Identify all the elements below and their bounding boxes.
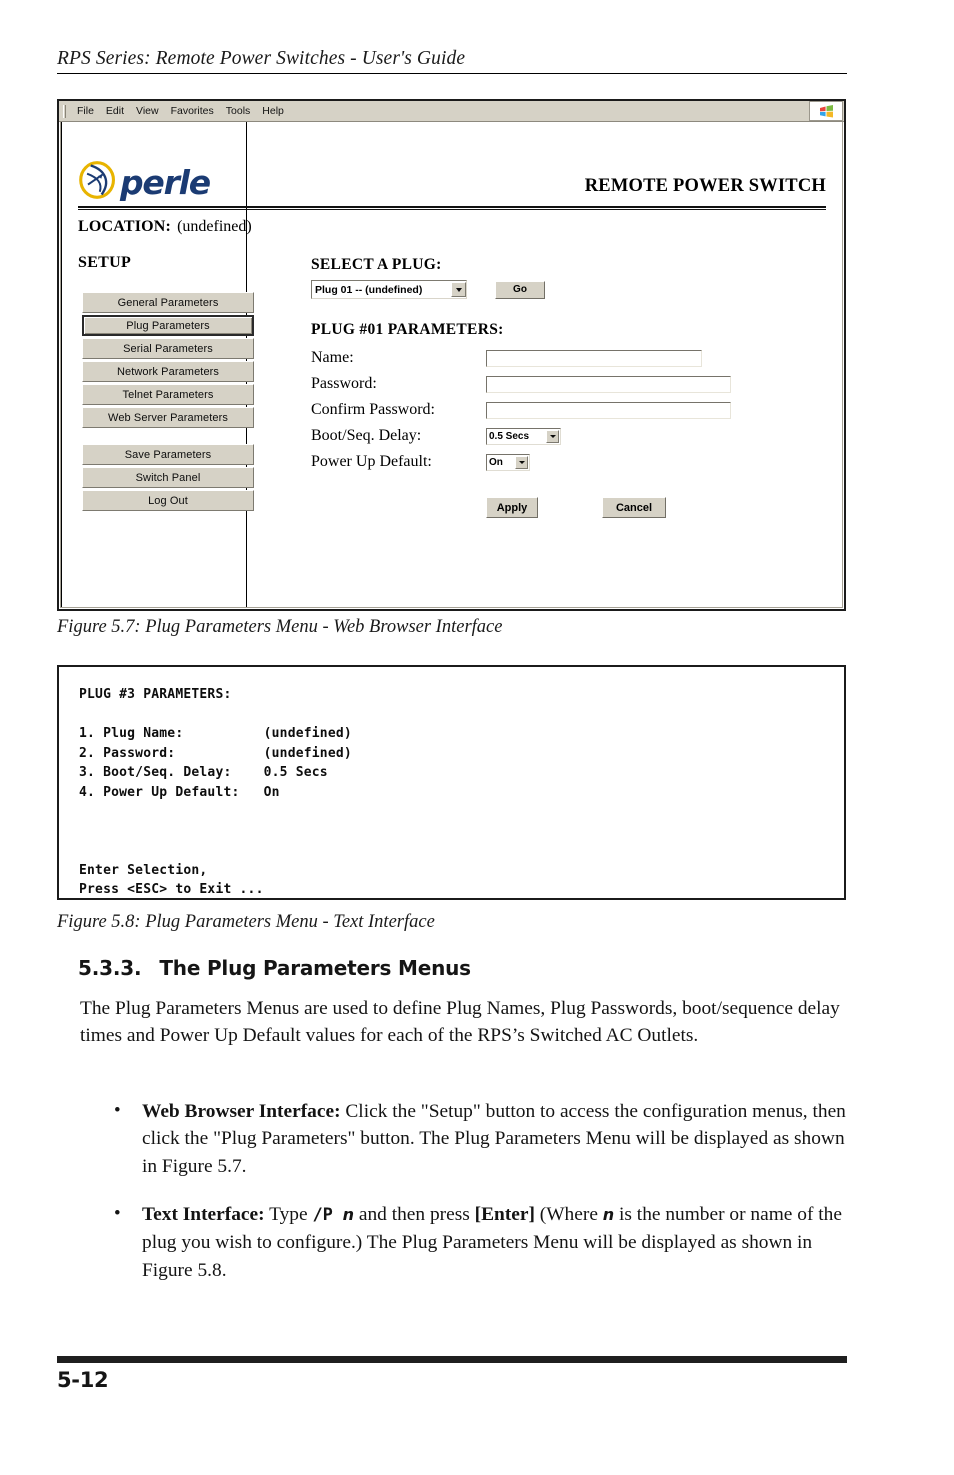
footer-rule: [57, 1356, 847, 1363]
menu-item-help[interactable]: Help: [256, 101, 290, 121]
running-header-text: RPS Series: Remote Power Switches - User…: [57, 48, 466, 69]
chevron-down-icon[interactable]: [515, 455, 528, 469]
boot-delay-value: 0.5 Secs: [489, 430, 530, 442]
bullet-2-command: /P: [312, 1205, 333, 1225]
power-up-default-value: On: [489, 456, 503, 468]
bullet-marker: •: [114, 1100, 121, 1121]
bullet-2-body-2: and then press: [354, 1204, 475, 1225]
running-header: RPS Series: Remote Power Switches - User…: [57, 48, 847, 74]
menu-item-favorites[interactable]: Favorites: [165, 101, 220, 121]
perle-logo: perle: [78, 160, 211, 202]
sidebar-item-web-server-parameters[interactable]: Web Server Parameters: [82, 407, 254, 428]
sidebar-item-plug-parameters[interactable]: Plug Parameters: [82, 315, 254, 336]
chevron-down-icon[interactable]: [546, 429, 559, 443]
windows-flag-glyph: [819, 104, 833, 117]
figure-5-8-terminal: PLUG #3 PARAMETERS: 1. Plug Name: (undef…: [57, 665, 846, 900]
apply-button[interactable]: Apply: [486, 497, 538, 518]
location-line: LOCATION: (undefined): [78, 218, 252, 236]
plug-params-heading: PLUG #01 PARAMETERS:: [311, 321, 504, 338]
product-title: REMOTE POWER SWITCH: [584, 176, 826, 196]
power-up-default-dropdown[interactable]: On: [486, 453, 530, 471]
field-row-boot-delay: Boot/Seq. Delay: 0.5 Secs: [311, 423, 731, 449]
plug-parameters-form: SELECT A PLUG: Plug 01 -- (undefined) Go…: [311, 256, 731, 518]
bullet-2-variable-2: n: [602, 1205, 615, 1224]
perle-swoosh-icon: [79, 161, 115, 199]
perle-wordmark: perle: [120, 162, 211, 202]
sidebar-nav-secondary: Save Parameters Switch Panel Log Out: [82, 444, 254, 513]
windows-flag-icon: [809, 101, 843, 121]
section-intro-paragraph: The Plug Parameters Menus are used to de…: [80, 998, 840, 1046]
sidebar-item-switch-panel[interactable]: Switch Panel: [82, 467, 254, 488]
brand-header: perle REMOTE POWER SWITCH: [78, 160, 826, 200]
bullet-text-interface: • Text Interface: Type /P n and then pres…: [114, 1201, 846, 1284]
power-up-default-label: Power Up Default:: [311, 453, 432, 470]
bullet-2-variable-1: n: [342, 1205, 355, 1224]
sidebar-item-save-parameters[interactable]: Save Parameters: [82, 444, 254, 465]
go-button[interactable]: Go: [495, 280, 545, 299]
form-action-row: Apply Cancel: [311, 497, 731, 518]
boot-delay-dropdown[interactable]: 0.5 Secs: [486, 427, 561, 445]
menu-item-tools[interactable]: Tools: [220, 101, 257, 121]
header-rule: [57, 73, 847, 74]
plug-select-value: Plug 01 -- (undefined): [315, 283, 423, 296]
sidebar-item-general-parameters[interactable]: General Parameters: [82, 292, 254, 313]
browser-menu-bar: File Edit View Favorites Tools Help: [59, 101, 844, 122]
sidebar-item-serial-parameters[interactable]: Serial Parameters: [82, 338, 254, 359]
menu-item-edit[interactable]: Edit: [100, 101, 130, 121]
field-row-name: Name:: [311, 345, 731, 371]
name-input[interactable]: [486, 349, 702, 367]
sidebar-item-telnet-parameters[interactable]: Telnet Parameters: [82, 384, 254, 405]
bullet-marker: •: [114, 1203, 121, 1224]
sidebar-item-log-out[interactable]: Log Out: [82, 490, 254, 511]
section-heading: 5.3.3. The Plug Parameters Menus: [78, 956, 471, 980]
browser-page-content: perle REMOTE POWER SWITCH LOCATION: (unde…: [60, 122, 843, 608]
menu-item-file[interactable]: File: [71, 101, 100, 121]
brand-rule: [78, 206, 826, 210]
bullet-web-browser-interface: • Web Browser Interface: Click the "Setup…: [114, 1098, 846, 1180]
sidebar-item-network-parameters[interactable]: Network Parameters: [82, 361, 254, 382]
location-label: LOCATION:: [78, 218, 172, 235]
page-number: 5-12: [57, 1368, 109, 1392]
menubar-grip-icon[interactable]: [63, 104, 66, 118]
bullet-1-lead: Web Browser Interface:: [142, 1101, 341, 1122]
boot-delay-label: Boot/Seq. Delay:: [311, 427, 422, 444]
plug-select-dropdown[interactable]: Plug 01 -- (undefined): [311, 280, 467, 299]
sidebar-nav-primary: General Parameters Plug Parameters Seria…: [82, 292, 254, 430]
terminal-output: PLUG #3 PARAMETERS: 1. Plug Name: (undef…: [79, 687, 352, 897]
figure-5-7-caption: Figure 5.7: Plug Parameters Menu - Web B…: [57, 617, 503, 637]
bullet-2-lead: Text Interface:: [142, 1204, 265, 1225]
bullet-2-key: [Enter]: [474, 1204, 535, 1225]
menu-item-view[interactable]: View: [130, 101, 165, 121]
select-plug-row: Plug 01 -- (undefined) Go: [311, 280, 731, 299]
chevron-down-icon[interactable]: [451, 282, 466, 297]
field-row-password: Password:: [311, 371, 731, 397]
section-title: The Plug Parameters Menus: [159, 956, 471, 980]
page-left-border: [61, 122, 62, 607]
select-plug-heading: SELECT A PLUG:: [311, 256, 442, 273]
confirm-password-label: Confirm Password:: [311, 401, 435, 418]
bullet-2-body-3: (Where: [534, 1204, 603, 1225]
field-row-power-up-default: Power Up Default: On: [311, 449, 731, 475]
cancel-button[interactable]: Cancel: [602, 497, 666, 518]
figure-5-7-browser-window: File Edit View Favorites Tools Help perl…: [57, 99, 846, 611]
field-row-confirm-password: Confirm Password:: [311, 397, 731, 423]
figure-5-8-caption: Figure 5.8: Plug Parameters Menu - Text …: [57, 912, 435, 932]
password-input[interactable]: [486, 375, 731, 393]
location-value: (undefined): [177, 218, 252, 235]
bullet-2-body-1: Type: [264, 1204, 313, 1225]
password-label: Password:: [311, 375, 377, 392]
section-number: 5.3.3.: [78, 956, 142, 980]
setup-heading: SETUP: [78, 254, 132, 271]
name-label: Name:: [311, 349, 354, 366]
confirm-password-input[interactable]: [486, 401, 731, 419]
